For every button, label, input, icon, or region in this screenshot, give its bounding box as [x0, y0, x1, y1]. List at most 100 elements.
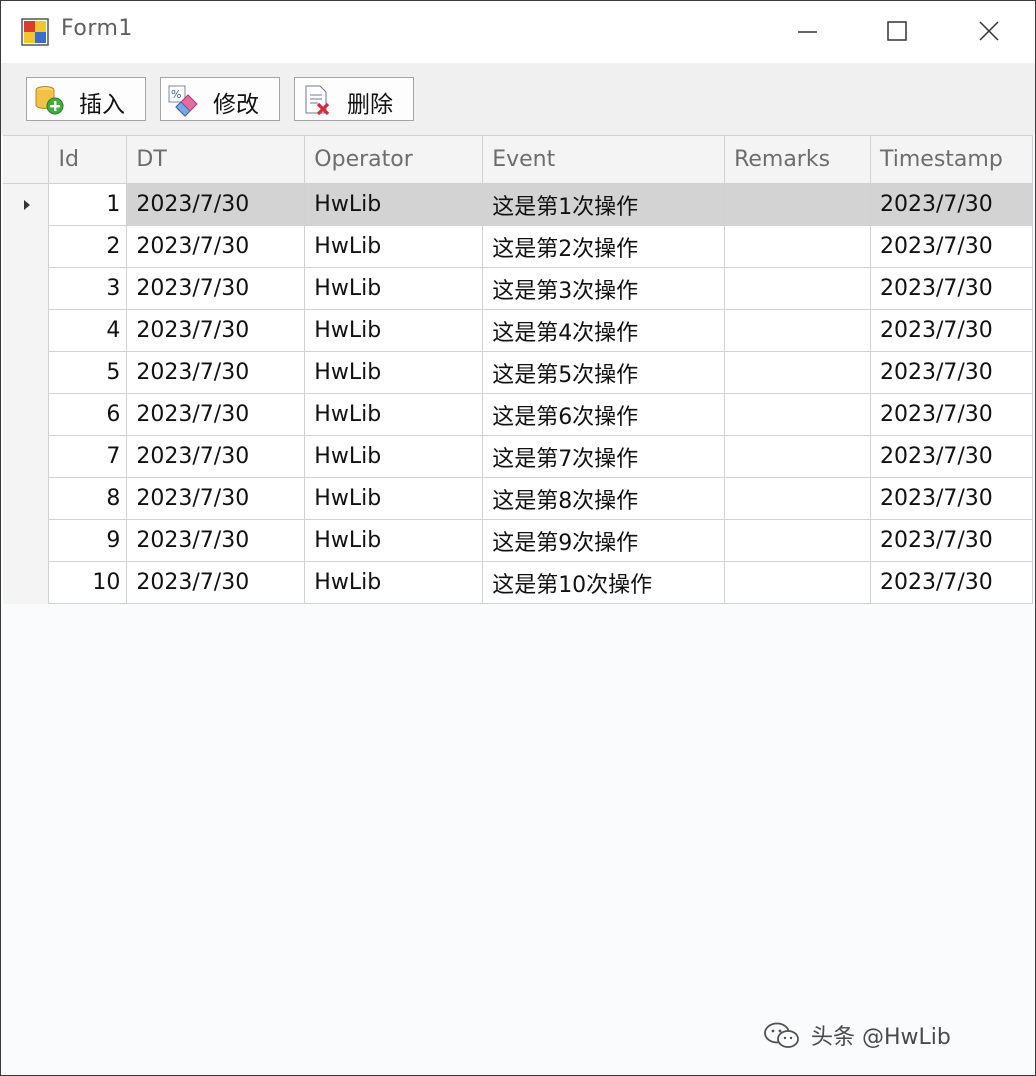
cell-dt[interactable]: 2023/7/30: [126, 225, 306, 268]
cell-id[interactable]: 10: [48, 561, 128, 604]
maximize-button[interactable]: [851, 1, 943, 63]
delete-button[interactable]: 删除: [294, 77, 414, 121]
row-header[interactable]: [3, 183, 50, 226]
cell-dt[interactable]: 2023/7/30: [126, 477, 306, 520]
row-header[interactable]: [3, 225, 50, 268]
column-header-id[interactable]: Id: [48, 135, 128, 184]
cell-id[interactable]: 7: [48, 435, 128, 478]
cell-dt[interactable]: 2023/7/30: [126, 351, 306, 394]
cell-dt[interactable]: 2023/7/30: [126, 519, 306, 562]
cell-event[interactable]: 这是第2次操作: [482, 225, 726, 268]
header-row: Id DT Operator Event Remarks Timestamp: [3, 135, 1033, 184]
cell-remarks[interactable]: [724, 435, 871, 478]
column-header-remarks[interactable]: Remarks: [724, 135, 871, 184]
table-row[interactable]: 2 2023/7/30 HwLib 这是第2次操作 2023/7/30: [3, 225, 1033, 268]
data-grid[interactable]: Id DT Operator Event Remarks Timestamp 1…: [3, 135, 1033, 1075]
cell-event[interactable]: 这是第7次操作: [482, 435, 726, 478]
row-header[interactable]: [3, 519, 50, 562]
cell-event[interactable]: 这是第1次操作: [482, 183, 726, 226]
cell-operator[interactable]: HwLib: [304, 477, 484, 520]
cell-dt[interactable]: 2023/7/30: [126, 393, 306, 436]
cell-timestamp[interactable]: 2023/7/30: [870, 225, 1033, 268]
cell-id[interactable]: 3: [48, 267, 128, 310]
cell-operator[interactable]: HwLib: [304, 225, 484, 268]
cell-operator[interactable]: HwLib: [304, 393, 484, 436]
row-header[interactable]: [3, 393, 50, 436]
cell-remarks[interactable]: [724, 183, 871, 226]
cell-id[interactable]: 6: [48, 393, 128, 436]
title-bar[interactable]: Form1: [1, 1, 1035, 63]
cell-id[interactable]: 5: [48, 351, 128, 394]
row-header-corner[interactable]: [3, 135, 50, 184]
table-row[interactable]: 6 2023/7/30 HwLib 这是第6次操作 2023/7/30: [3, 393, 1033, 436]
cell-timestamp[interactable]: 2023/7/30: [870, 309, 1033, 352]
table-row[interactable]: 10 2023/7/30 HwLib 这是第10次操作 2023/7/30: [3, 561, 1033, 604]
cell-operator[interactable]: HwLib: [304, 267, 484, 310]
cell-event[interactable]: 这是第9次操作: [482, 519, 726, 562]
cell-event[interactable]: 这是第5次操作: [482, 351, 726, 394]
cell-timestamp[interactable]: 2023/7/30: [870, 435, 1033, 478]
cell-remarks[interactable]: [724, 561, 871, 604]
cell-operator[interactable]: HwLib: [304, 309, 484, 352]
cell-id[interactable]: 8: [48, 477, 128, 520]
row-header[interactable]: [3, 351, 50, 394]
cell-remarks[interactable]: [724, 267, 871, 310]
table-row[interactable]: 4 2023/7/30 HwLib 这是第4次操作 2023/7/30: [3, 309, 1033, 352]
row-header[interactable]: [3, 435, 50, 478]
cell-timestamp[interactable]: 2023/7/30: [870, 183, 1033, 226]
cell-dt[interactable]: 2023/7/30: [126, 267, 306, 310]
svg-text:%: %: [171, 88, 181, 101]
insert-label: 插入: [79, 92, 125, 118]
cell-timestamp[interactable]: 2023/7/30: [870, 351, 1033, 394]
cell-remarks[interactable]: [724, 351, 871, 394]
cell-timestamp[interactable]: 2023/7/30: [870, 477, 1033, 520]
cell-remarks[interactable]: [724, 309, 871, 352]
table-row[interactable]: 8 2023/7/30 HwLib 这是第8次操作 2023/7/30: [3, 477, 1033, 520]
cell-remarks[interactable]: [724, 519, 871, 562]
cell-id[interactable]: 4: [48, 309, 128, 352]
table-row[interactable]: 7 2023/7/30 HwLib 这是第7次操作 2023/7/30: [3, 435, 1033, 478]
cell-operator[interactable]: HwLib: [304, 435, 484, 478]
column-header-timestamp[interactable]: Timestamp: [870, 135, 1033, 184]
close-button[interactable]: [943, 1, 1035, 63]
cell-event[interactable]: 这是第8次操作: [482, 477, 726, 520]
row-header[interactable]: [3, 477, 50, 520]
cell-event[interactable]: 这是第10次操作: [482, 561, 726, 604]
table-row[interactable]: 3 2023/7/30 HwLib 这是第3次操作 2023/7/30: [3, 267, 1033, 310]
cell-dt[interactable]: 2023/7/30: [126, 561, 306, 604]
edit-button[interactable]: % 修改: [160, 77, 280, 121]
cell-id[interactable]: 2: [48, 225, 128, 268]
cell-operator[interactable]: HwLib: [304, 351, 484, 394]
cell-dt[interactable]: 2023/7/30: [126, 309, 306, 352]
cell-timestamp[interactable]: 2023/7/30: [870, 393, 1033, 436]
wechat-icon: [763, 1021, 801, 1057]
cell-dt[interactable]: 2023/7/30: [126, 435, 306, 478]
table-row[interactable]: 9 2023/7/30 HwLib 这是第9次操作 2023/7/30: [3, 519, 1033, 562]
minimize-button[interactable]: [761, 1, 853, 63]
cell-event[interactable]: 这是第3次操作: [482, 267, 726, 310]
column-header-operator[interactable]: Operator: [304, 135, 484, 184]
cell-timestamp[interactable]: 2023/7/30: [870, 519, 1033, 562]
cell-remarks[interactable]: [724, 225, 871, 268]
cell-operator[interactable]: HwLib: [304, 519, 484, 562]
window-title: Form1: [61, 16, 133, 41]
cell-id[interactable]: 1: [48, 183, 128, 226]
row-header[interactable]: [3, 267, 50, 310]
cell-event[interactable]: 这是第6次操作: [482, 393, 726, 436]
cell-event[interactable]: 这是第4次操作: [482, 309, 726, 352]
cell-dt[interactable]: 2023/7/30: [126, 183, 306, 226]
row-header[interactable]: [3, 309, 50, 352]
column-header-dt[interactable]: DT: [126, 135, 306, 184]
table-row[interactable]: 1 2023/7/30 HwLib 这是第1次操作 2023/7/30: [3, 183, 1033, 226]
table-row[interactable]: 5 2023/7/30 HwLib 这是第5次操作 2023/7/30: [3, 351, 1033, 394]
cell-timestamp[interactable]: 2023/7/30: [870, 267, 1033, 310]
cell-operator[interactable]: HwLib: [304, 561, 484, 604]
cell-id[interactable]: 9: [48, 519, 128, 562]
row-header[interactable]: [3, 561, 50, 604]
column-header-event[interactable]: Event: [482, 135, 726, 184]
cell-remarks[interactable]: [724, 393, 871, 436]
cell-timestamp[interactable]: 2023/7/30: [870, 561, 1033, 604]
cell-operator[interactable]: HwLib: [304, 183, 484, 226]
insert-button[interactable]: 插入: [26, 77, 146, 121]
cell-remarks[interactable]: [724, 477, 871, 520]
